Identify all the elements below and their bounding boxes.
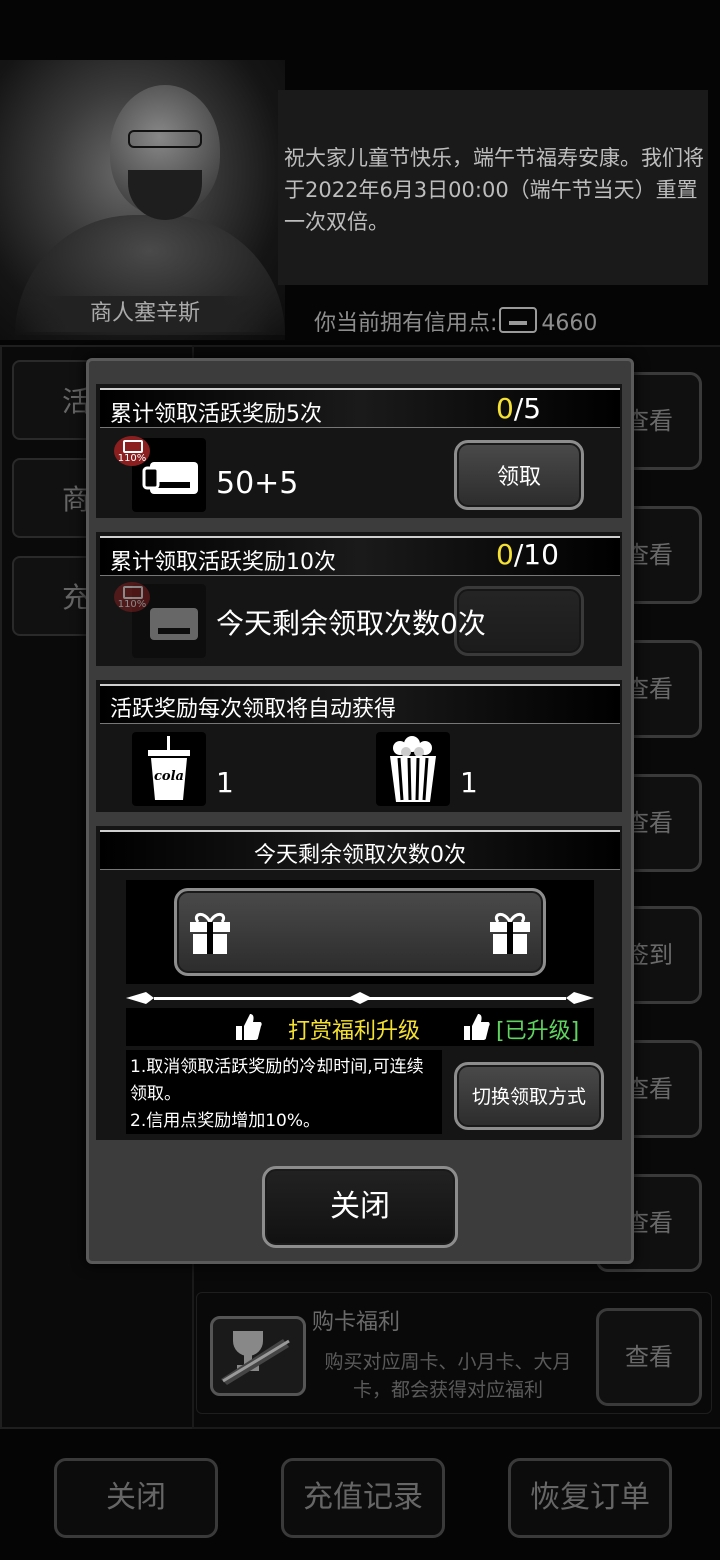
reward-5-amount: 50+5 xyxy=(216,466,299,501)
thumbs-up-icon xyxy=(232,1012,262,1046)
upgrade-desc: 1.取消领取活跃奖励的冷却时间,可连续领取。 2.信用点奖励增加10%。 xyxy=(130,1054,436,1135)
bottom-close-button[interactable]: 关闭 xyxy=(54,1458,218,1538)
bonus-badge-locked: 110% xyxy=(114,582,150,612)
popcorn-count: 1 xyxy=(460,766,478,799)
credit-card-icon xyxy=(499,307,538,333)
restore-order-button[interactable]: 恢复订单 xyxy=(508,1458,672,1538)
merchant-message: 祝大家儿童节快乐，端午节福寿安康。我们将于2022年6月3日00:00（端午节当… xyxy=(284,146,704,234)
merchant-name: 商人塞辛斯 xyxy=(20,296,270,332)
remaining-claims-label: 今天剩余领取次数0次 xyxy=(254,843,466,868)
upgrade-desc-line2: 2.信用点奖励增加10%。 xyxy=(130,1111,321,1131)
upgrade-desc-line1: 1.取消领取活跃奖励的冷却时间,可连续领取。 xyxy=(130,1057,424,1104)
claim-button[interactable]: 领取 xyxy=(454,440,584,510)
thumbs-up-icon xyxy=(460,1012,490,1046)
gift-icon xyxy=(488,910,532,960)
upgrade-status: [已升级] xyxy=(496,1019,580,1044)
credit-balance: 你当前拥有信用点: 4660 xyxy=(314,305,597,337)
card-welfare-title: 购卡福利 xyxy=(312,1310,401,1335)
ornamental-divider xyxy=(126,990,594,1010)
gift-icon xyxy=(188,910,232,960)
merchant-glasses xyxy=(128,130,202,148)
reward-5-progress: 0/5 xyxy=(496,392,542,425)
reward-10-title: 累计领取活跃奖励10次 xyxy=(110,550,336,575)
credit-label: 你当前拥有信用点: xyxy=(314,311,498,336)
cola-count: 1 xyxy=(216,766,234,799)
svg-text:cola: cola xyxy=(154,769,184,784)
trophy-icon xyxy=(210,1316,306,1396)
card-welfare-view-button[interactable]: 查看 xyxy=(596,1308,702,1406)
credit-value: 4660 xyxy=(541,311,598,336)
bonus-badge: 110% xyxy=(114,436,150,466)
dialog-close-button[interactable]: 关闭 xyxy=(262,1166,458,1248)
reward-10-progress: 0/10 xyxy=(496,538,559,571)
switch-claim-mode-button[interactable]: 切换领取方式 xyxy=(454,1062,604,1130)
remaining-claims-overlay: 今天剩余领取次数0次 xyxy=(216,607,486,640)
popcorn-icon xyxy=(376,732,450,806)
reward-5-title: 累计领取活跃奖励5次 xyxy=(110,402,322,427)
cola-icon: cola xyxy=(132,732,206,806)
recharge-record-button[interactable]: 充值记录 xyxy=(281,1458,445,1538)
upgrade-label: 打赏福利升级 xyxy=(288,1019,421,1044)
auto-reward-title: 活跃奖励每次领取将自动获得 xyxy=(110,697,397,722)
card-welfare-desc: 购买对应周卡、小月卡、大月卡，都会获得对应福利 xyxy=(324,1351,572,1401)
